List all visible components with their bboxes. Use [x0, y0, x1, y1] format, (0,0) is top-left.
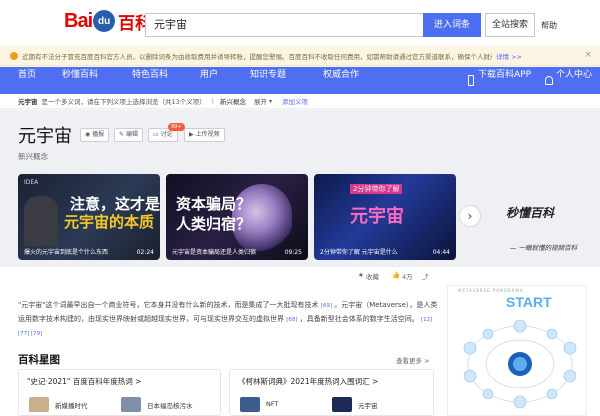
- nav-download-app[interactable]: 下载百科APP: [478, 67, 531, 94]
- video-top-label: 2分钟带你了解: [350, 184, 403, 194]
- thumbnail-image: [29, 397, 49, 412]
- subtitle: 新兴概念: [18, 152, 48, 161]
- phone-icon: [468, 75, 474, 86]
- channel-tag: IDEA: [24, 179, 39, 186]
- video-headline-2: 人类归宿？: [176, 215, 252, 233]
- video-card[interactable]: 资本骗局？ 人类归宿？ 元宇宙是资本骗局还是人类归宿 09:25: [166, 174, 308, 260]
- polysemy-current-sense: 新兴概念: [219, 98, 246, 106]
- video-headline-2: 元宇宙的本质: [64, 213, 155, 231]
- nav-item-miaodong[interactable]: 秒懂百科: [62, 67, 98, 94]
- summary-text-3: ，具备新型社会体系的数字生活空间。: [299, 315, 419, 323]
- stats-bar: ★ 收藏 👍 4万 ⤴: [0, 269, 448, 283]
- video-caption: 元宇宙是资本骗局还是人类归宿: [172, 249, 257, 256]
- overview-infographic[interactable]: METAVERSE PANORAMA START: [447, 285, 587, 416]
- enter-entry-button[interactable]: 进入词条: [423, 13, 481, 37]
- upload-video-button[interactable]: ▶ 上传视频: [184, 128, 225, 142]
- thumbnail-image: [332, 397, 352, 412]
- miaodong-slogan: 秒懂百科: [506, 206, 555, 220]
- star-icon: ★: [358, 271, 364, 279]
- expand-link[interactable]: 展开: [254, 96, 267, 106]
- close-icon[interactable]: ×: [584, 50, 592, 60]
- broadcast-label: 播报: [92, 131, 105, 138]
- like-count[interactable]: 4万: [402, 271, 413, 281]
- summary-paragraph: "元宇宙"这个词最早出自一个商业符号，它本身并没有什么新的技术，而是集成了一大批…: [18, 299, 443, 341]
- view-more-link[interactable]: 查看更多 >: [396, 355, 430, 365]
- chevron-right-icon[interactable]: ›: [460, 206, 480, 226]
- chevron-down-icon: ▾: [268, 97, 272, 105]
- panel-item[interactable]: 日本福岛核污水: [147, 400, 193, 410]
- miaodong-tagline: — 一眼就懂的视频百科: [510, 244, 578, 252]
- logo-bai-text: Bai: [64, 9, 93, 32]
- notice-bar: 近期有不法分子冒充百度百科官方人员，以删除词条为由收取费用并诱导转账，提醒您警惕…: [0, 46, 600, 66]
- main-nav: 首页 秒懂百科 特色百科 用户 知识专题 权威合作 下载百科APP 个人中心: [0, 67, 600, 94]
- help-link[interactable]: 帮助: [541, 20, 557, 31]
- user-icon: [545, 76, 553, 85]
- summary-text-1: "元宇宙"这个词最早出自一个商业符号，它本身并没有什么新的技术，而是集成了一大批…: [18, 301, 319, 309]
- thumb-up-icon: 👍: [392, 271, 401, 279]
- divider: |: [211, 97, 214, 105]
- polysemy-bar: 元宇宙 是一个多义词，请在下列义项上选择浏览（共13个义项） | 新兴概念 展开…: [0, 94, 600, 109]
- discuss-label: 讨论: [160, 131, 173, 138]
- thumbnail-image: [240, 397, 260, 412]
- search-input[interactable]: 元宇宙: [145, 13, 423, 37]
- video-card[interactable]: 2分钟带你了解 元宇宙 2分钟带你了解 元宇宙是什么 04:44: [314, 174, 456, 260]
- edit-button[interactable]: ✎ 编辑: [114, 128, 143, 142]
- chat-icon: ▭: [153, 131, 161, 138]
- panel-item[interactable]: 新媒播时代: [55, 400, 88, 410]
- nav-item-featured[interactable]: 特色百科: [132, 67, 168, 94]
- reference-link[interactable]: [69]: [321, 303, 332, 309]
- presenter-figure: [24, 196, 58, 246]
- video-duration: 09:25: [284, 249, 302, 256]
- section-title: 百科星图: [18, 354, 60, 366]
- video-duration: 02:24: [136, 249, 154, 256]
- warning-icon: [10, 51, 18, 60]
- infographic-diagram: [463, 319, 577, 409]
- video-caption: 爆火的元宇宙到底是个什么东西: [24, 249, 109, 256]
- polysemy-desc: 是一个多义词，请在下列义项上选择浏览（共13个义项）: [41, 98, 206, 106]
- notice-text: 近期有不法分子冒充百度百科官方人员，以删除词条为由收取费用并诱导转账，提醒您警惕…: [22, 52, 492, 61]
- video-headline: 元宇宙: [350, 206, 404, 227]
- video-strip: IDEA 注意，这才是 元宇宙的本质 爆火的元宇宙到底是个什么东西 02:24 …: [0, 165, 600, 267]
- nav-item-home[interactable]: 首页: [12, 67, 42, 94]
- star-map-panel[interactable]: 《柯林斯词典》2021年度热词入围词汇 > NFT 元宇宙: [229, 369, 434, 416]
- share-icon[interactable]: ⤴: [422, 271, 429, 281]
- edit-label: 编辑: [125, 131, 138, 138]
- header: Bai du 百科 元宇宙 进入词条 全站搜索 帮助: [0, 0, 600, 45]
- broadcast-button[interactable]: ◉ 播报: [80, 128, 110, 142]
- nav-item-topics[interactable]: 知识专题: [250, 67, 286, 94]
- nav-personal-center[interactable]: 个人中心: [556, 67, 592, 94]
- video-duration: 04:44: [432, 249, 450, 256]
- title-area: 元宇宙 ◉ 播报 ✎ 编辑 ▭ 讨论 99+ ▶ 上传视频 新兴概念: [0, 110, 600, 165]
- pencil-icon: ✎: [119, 131, 126, 138]
- paw-icon: du: [93, 10, 116, 32]
- thumbnail-image: [121, 397, 141, 412]
- baidu-baike-logo[interactable]: Bai du 百科: [64, 9, 152, 34]
- nav-item-user[interactable]: 用户: [200, 67, 218, 94]
- polysemy-term: 元宇宙: [18, 98, 38, 106]
- main-content: ★ 收藏 👍 4万 ⤴ "元宇宙"这个词最早出自一个商业符号，它本身并没有什么新…: [0, 267, 600, 416]
- video-card[interactable]: IDEA 注意，这才是 元宇宙的本质 爆火的元宇宙到底是个什么东西 02:24: [18, 174, 160, 260]
- panel-title: 《柯林斯词典》2021年度热词入围词汇 >: [238, 377, 379, 386]
- nav-item-partners[interactable]: 权威合作: [323, 67, 359, 94]
- discuss-count-badge: 99+: [168, 123, 185, 131]
- video-headline: 注意，这才是: [70, 195, 160, 213]
- reference-link[interactable]: [68]: [286, 317, 297, 323]
- panel-item[interactable]: 元宇宙: [358, 400, 378, 410]
- star-map-panel[interactable]: "史记·2021" 百度百科年度热词 > 新媒播时代 日本福岛核污水: [18, 369, 221, 416]
- collect-label[interactable]: 收藏: [366, 271, 379, 281]
- upload-video-label: 上传视频: [195, 131, 220, 138]
- page-title: 元宇宙: [18, 126, 72, 147]
- add-sense-link[interactable]: 添加义项: [282, 96, 308, 106]
- video-caption: 2分钟带你了解 元宇宙是什么: [320, 249, 398, 256]
- site-search-button[interactable]: 全站搜索: [485, 13, 535, 37]
- video-headline: 资本骗局？: [176, 195, 252, 213]
- notice-more-link[interactable]: 详情 >>: [496, 51, 522, 61]
- panel-item[interactable]: NFT: [266, 400, 278, 408]
- panel-title: "史记·2021" 百度百科年度热词 >: [27, 377, 142, 386]
